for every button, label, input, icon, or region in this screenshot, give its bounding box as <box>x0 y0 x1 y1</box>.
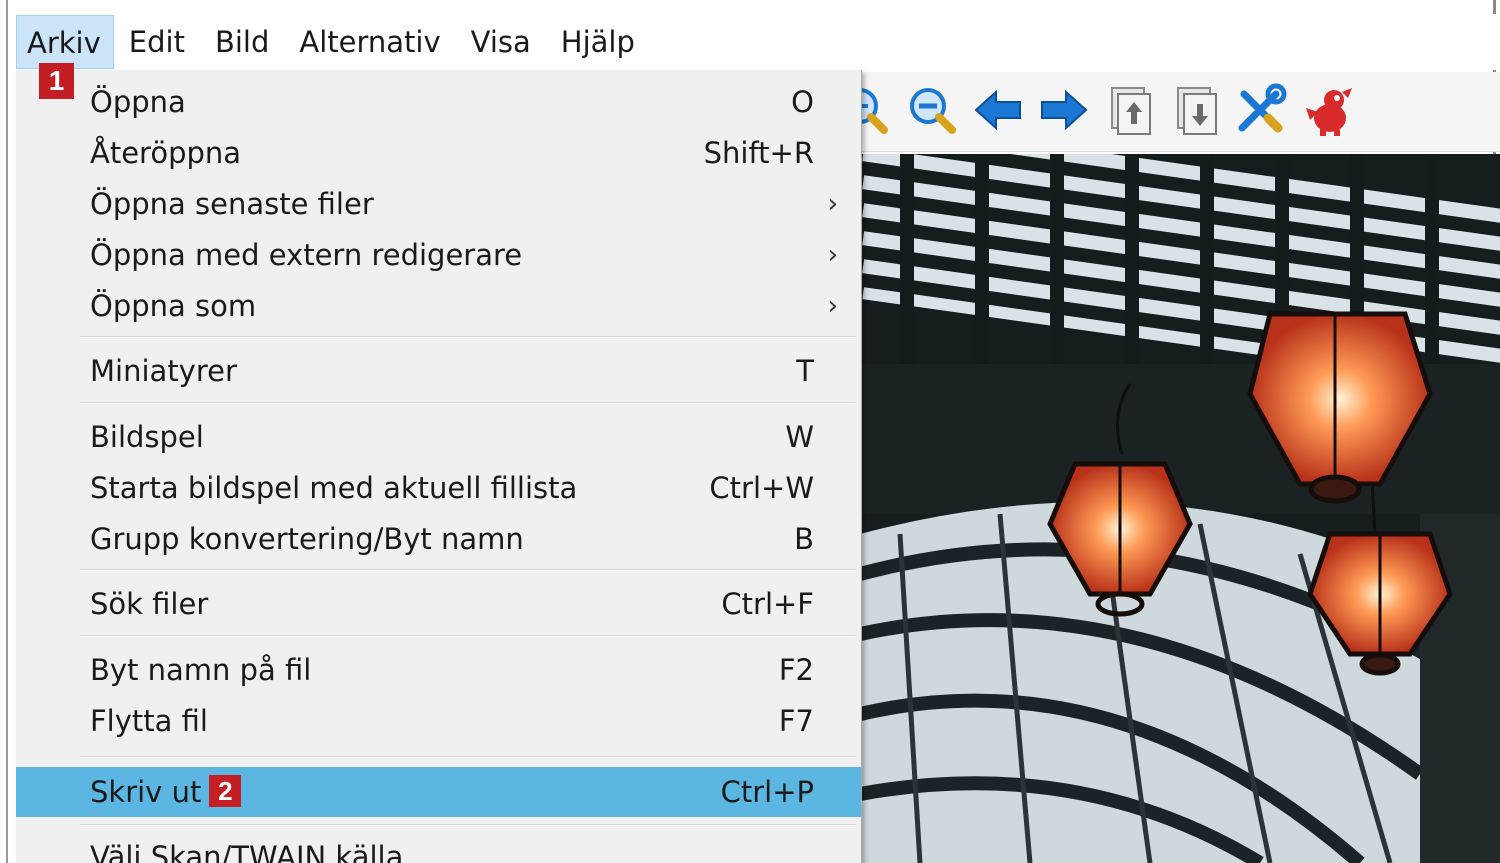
menu-item-oppna[interactable]: Öppna O <box>16 77 861 127</box>
menu-item-label: Flytta fil <box>90 704 208 738</box>
menu-item-shortcut: B <box>794 522 814 556</box>
callout-badge-1: 1 <box>39 63 74 99</box>
menu-alternativ[interactable]: Alternativ <box>284 15 455 69</box>
menu-item-oppna-senaste-filer[interactable]: Öppna senaste filer › <box>16 179 861 229</box>
page-down-icon[interactable] <box>1168 82 1224 138</box>
menu-arkiv[interactable]: Arkiv <box>16 15 114 69</box>
callout-badge-2: 2 <box>209 775 242 807</box>
menu-item-shortcut: F7 <box>778 704 814 738</box>
menu-item-label: Öppna <box>90 85 186 119</box>
menu-separator <box>80 569 856 571</box>
menu-item-label: Välj Skan/TWAIN källa <box>90 840 404 863</box>
menu-item-bildspel[interactable]: Bildspel W <box>16 412 861 462</box>
menu-item-valj-skan-twain-kalla[interactable]: Välj Skan/TWAIN källa <box>16 832 861 863</box>
menu-item-label: Skriv ut 2 <box>90 767 242 817</box>
menu-item-shortcut: O <box>791 85 814 119</box>
submenu-arrow-icon: › <box>827 189 838 219</box>
arrow-left-icon[interactable] <box>970 82 1026 138</box>
menu-separator <box>80 402 856 404</box>
toolbar <box>842 72 1500 152</box>
image-viewport[interactable] <box>860 154 1500 863</box>
menu-item-label: Miniatyrer <box>90 354 237 388</box>
menu-item-starta-bildspel[interactable]: Starta bildspel med aktuell fillista Ctr… <box>16 463 861 513</box>
submenu-arrow-icon: › <box>827 240 838 270</box>
menu-visa[interactable]: Visa <box>456 15 546 69</box>
menu-item-label: Grupp konvertering/Byt namn <box>90 522 524 556</box>
menu-hjalp[interactable]: Hjälp <box>546 15 650 69</box>
arkiv-dropdown-menu: Öppna O Återöppna Shift+R Öppna senaste … <box>16 70 862 863</box>
menu-item-label: Bildspel <box>90 420 204 454</box>
zoom-out-icon[interactable] <box>904 82 960 138</box>
menu-item-sok-filer[interactable]: Sök filer Ctrl+F <box>16 579 861 629</box>
menu-item-miniatyrer[interactable]: Miniatyrer T <box>16 346 861 396</box>
menu-item-flytta-fil[interactable]: Flytta fil F7 <box>16 696 861 746</box>
menu-separator <box>80 336 856 338</box>
arrow-right-icon[interactable] <box>1036 82 1092 138</box>
menu-item-shortcut: Ctrl+W <box>709 471 814 505</box>
menubar: Arkiv Edit Bild Alternativ Visa Hjälp <box>16 14 1500 70</box>
menu-item-byt-namn-pa-fil[interactable]: Byt namn på fil F2 <box>16 645 861 695</box>
menu-item-oppna-som[interactable]: Öppna som › <box>16 281 861 331</box>
menu-item-grupp-konvertering[interactable]: Grupp konvertering/Byt namn B <box>16 514 861 564</box>
app-window: Arkiv Edit Bild Alternativ Visa Hjälp Öp… <box>6 0 1500 863</box>
menu-bild[interactable]: Bild <box>200 15 284 69</box>
menu-item-shortcut: Shift+R <box>703 136 814 170</box>
menu-item-ateroppna[interactable]: Återöppna Shift+R <box>16 128 861 178</box>
menu-item-shortcut: Ctrl+F <box>721 587 814 621</box>
menu-separator <box>80 824 856 826</box>
menu-separator <box>80 756 856 758</box>
menu-item-label: Öppna med extern redigerare <box>90 238 523 272</box>
menu-item-shortcut: Ctrl+P <box>720 775 814 809</box>
page-up-icon[interactable] <box>1102 82 1158 138</box>
mascot-icon[interactable] <box>1300 82 1356 138</box>
menu-item-shortcut: F2 <box>778 653 814 687</box>
menu-item-oppna-med-extern-redigerare[interactable]: Öppna med extern redigerare › <box>16 230 861 280</box>
tools-icon[interactable] <box>1232 82 1288 138</box>
menu-item-label: Starta bildspel med aktuell fillista <box>90 471 578 505</box>
menu-item-label: Öppna som <box>90 289 257 323</box>
menu-item-shortcut: T <box>796 354 814 388</box>
menu-item-label: Öppna senaste filer <box>90 187 374 221</box>
submenu-arrow-icon: › <box>827 291 838 321</box>
menu-separator <box>80 635 856 637</box>
menu-edit[interactable]: Edit <box>114 15 200 69</box>
menu-item-label: Byt namn på fil <box>90 653 312 687</box>
menu-item-shortcut: W <box>785 420 814 454</box>
menu-item-label: Återöppna <box>90 136 242 170</box>
menu-item-label: Sök filer <box>90 587 209 621</box>
lantern-photo <box>860 154 1500 863</box>
menu-item-skriv-ut[interactable]: Skriv ut 2 Ctrl+P <box>16 767 861 817</box>
